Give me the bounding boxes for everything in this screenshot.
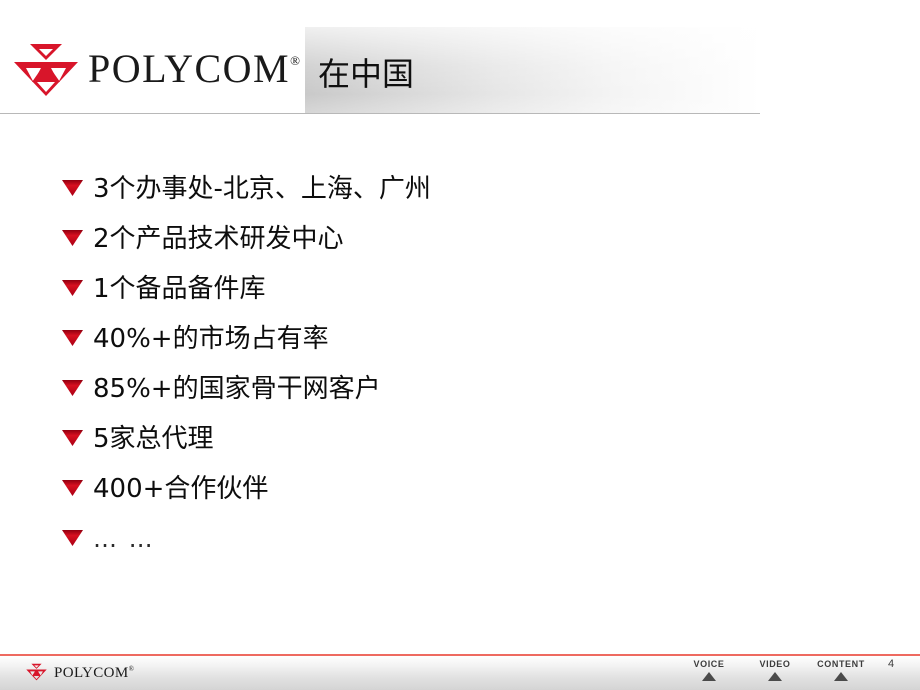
list-item-label: 2个产品技术研发中心 xyxy=(93,224,344,255)
list-item-label: … … xyxy=(93,525,155,554)
list-item: 2个产品技术研发中心 xyxy=(0,215,920,265)
header-brand-wordmark: POLYCOM® xyxy=(88,49,300,89)
page-number: 4 xyxy=(887,658,895,670)
footer-pillar-group: VOICE VIDEO CONTENT 4 xyxy=(676,658,908,681)
footer-pillar-content-label: CONTENT xyxy=(817,659,865,669)
footer-pillar-content: CONTENT xyxy=(808,658,874,681)
footer-brand-registered-mark: ® xyxy=(128,665,135,673)
footer-pillar-voice-label: VOICE xyxy=(693,659,725,669)
list-item-label: 5家总代理 xyxy=(93,424,214,455)
list-item: 5家总代理 xyxy=(0,415,920,465)
up-triangle-marker-icon xyxy=(768,672,782,681)
footer-pillar-video: VIDEO xyxy=(742,658,808,681)
list-item: … … xyxy=(0,515,920,565)
header-brand-text: POLYCOM xyxy=(88,46,291,91)
down-triangle-bullet-icon xyxy=(62,430,83,446)
header-logo-plate: POLYCOM® xyxy=(0,0,305,113)
list-item-label: 400+合作伙伴 xyxy=(93,474,269,505)
list-item: 40%+的市场占有率 xyxy=(0,315,920,365)
down-triangle-bullet-icon xyxy=(62,530,83,546)
down-triangle-bullet-icon xyxy=(62,380,83,396)
list-item: 1个备品备件库 xyxy=(0,265,920,315)
list-item: 85%+的国家骨干网客户 xyxy=(0,365,920,415)
slide-footer: POLYCOM® VOICE VIDEO CONTENT 4 xyxy=(0,654,920,690)
list-item-label: 1个备品备件库 xyxy=(93,274,266,305)
down-triangle-bullet-icon xyxy=(62,180,83,196)
list-item-label: 85%+的国家骨干网客户 xyxy=(93,374,381,405)
header-brand-registered-mark: ® xyxy=(290,53,300,68)
up-triangle-marker-icon xyxy=(834,672,848,681)
slide-canvas: POLYCOM® 在中国 3个办事处-北京、上海、广州 2个产品技术研发中心 1… xyxy=(0,0,920,690)
footer-pillar-video-label: VIDEO xyxy=(759,659,791,669)
polycom-triangles-logo-icon xyxy=(14,44,78,96)
down-triangle-bullet-icon xyxy=(62,480,83,496)
polycom-triangles-logo-small-icon xyxy=(26,663,47,681)
footer-brand-text: POLYCOM xyxy=(54,665,129,681)
list-item-label: 3个办事处-北京、上海、广州 xyxy=(93,174,431,205)
footer-brand-wordmark: POLYCOM® xyxy=(54,666,134,681)
slide-header: POLYCOM® 在中国 xyxy=(0,0,920,118)
list-item: 3个办事处-北京、上海、广州 xyxy=(0,165,920,215)
bullet-list: 3个办事处-北京、上海、广州 2个产品技术研发中心 1个备品备件库 40%+的市… xyxy=(0,165,920,565)
list-item: 400+合作伙伴 xyxy=(0,465,920,515)
footer-pillar-voice: VOICE xyxy=(676,658,742,681)
header-divider xyxy=(0,113,760,114)
up-triangle-marker-icon xyxy=(702,672,716,681)
down-triangle-bullet-icon xyxy=(62,330,83,346)
page-title: 在中国 xyxy=(318,55,415,93)
list-item-label: 40%+的市场占有率 xyxy=(93,324,329,355)
down-triangle-bullet-icon xyxy=(62,230,83,246)
down-triangle-bullet-icon xyxy=(62,280,83,296)
